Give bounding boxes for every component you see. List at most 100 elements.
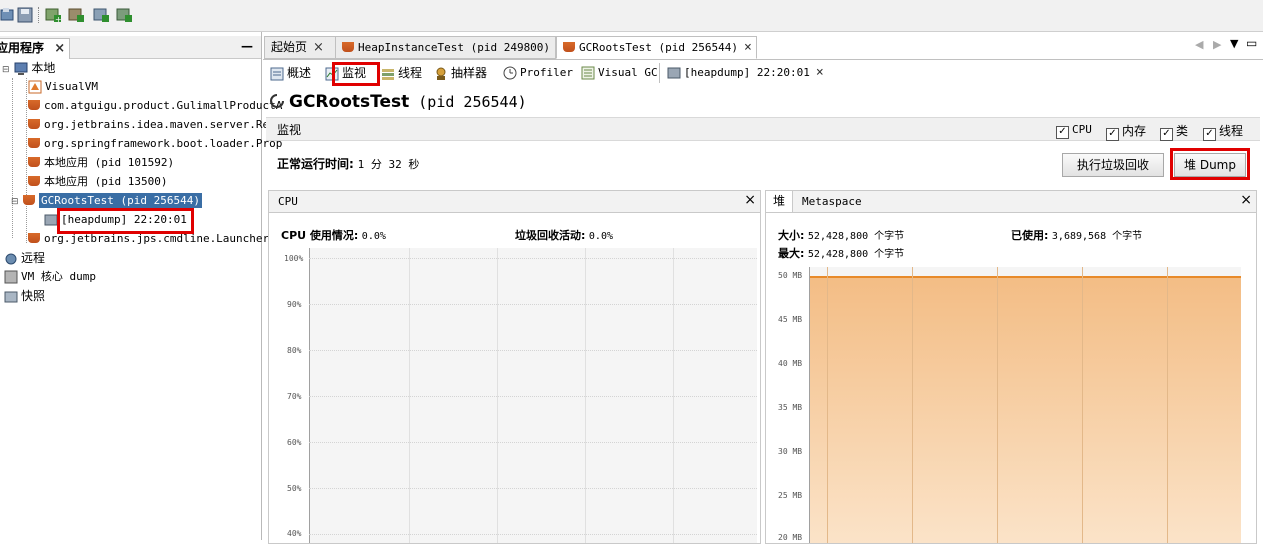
profiler-clock-icon xyxy=(503,66,517,80)
tab-metaspace[interactable]: Metaspace xyxy=(802,195,862,208)
tab-list-icon[interactable]: ▼ xyxy=(1230,37,1238,50)
snapshot-icon xyxy=(4,291,18,302)
add-coredump-icon[interactable] xyxy=(68,7,84,23)
java-cup-icon xyxy=(28,138,40,148)
subtab-label: Profiler xyxy=(520,66,573,79)
save-icon[interactable] xyxy=(17,7,33,23)
applications-panel: 应用程序 × — ⊟ 本地 VisualVM com.atguigu.produ… xyxy=(0,32,282,540)
checkbox-checked-icon: ✓ xyxy=(1056,126,1069,139)
applications-panel-header: 应用程序 × — xyxy=(0,36,261,59)
heapdump-icon xyxy=(44,214,58,226)
cpu-ytick: 70% xyxy=(287,392,302,401)
tree-node-app[interactable]: org.jetbrains.idea.maven.server.Remo xyxy=(28,116,282,134)
threads-checkbox-label: 线程 xyxy=(1219,124,1244,138)
applications-tab[interactable]: 应用程序 × xyxy=(0,38,71,59)
add-host-icon[interactable] xyxy=(116,7,132,23)
classes-checkbox-label: 类 xyxy=(1176,124,1189,138)
tree-node-visualvm[interactable]: VisualVM xyxy=(28,78,98,96)
subtab-heapdump[interactable]: [heapdump] 22:20:01 × xyxy=(667,63,824,83)
gc-activity-readout: 垃圾回收活动: 0.0% xyxy=(515,227,613,243)
tree-node-vm-core[interactable]: VM 核心 dump xyxy=(4,268,96,286)
java-cup-icon xyxy=(563,42,575,52)
tab-heap[interactable]: 堆 xyxy=(766,191,793,212)
tree-node-snapshot-label: 快照 xyxy=(21,289,46,303)
monitor-section-label: 监视 xyxy=(277,123,302,137)
maximize-icon[interactable]: ▭ xyxy=(1246,36,1257,50)
subtab-overview[interactable]: 概述 xyxy=(270,63,311,83)
open-icon[interactable] xyxy=(0,7,16,23)
cpu-ytick: 50% xyxy=(287,484,302,493)
cpu-panel-header: CPU × xyxy=(269,191,760,213)
tree-node-snapshot[interactable]: 快照 xyxy=(4,287,45,305)
cpu-ytick: 100% xyxy=(284,254,304,263)
checkbox-checked-icon: ✓ xyxy=(1106,128,1119,141)
heap-size-readout: 大小: 52,428,800 个字节 xyxy=(778,227,904,243)
subtab-sampler[interactable]: 抽样器 xyxy=(434,63,487,83)
tree-node-app[interactable]: 本地应用 (pid 13500) xyxy=(28,173,167,191)
java-cup-icon xyxy=(342,42,354,52)
tree-node-app[interactable]: com.atguigu.product.GulimallProductA xyxy=(28,97,282,115)
tree-line xyxy=(12,78,13,238)
subtab-close-icon[interactable]: × xyxy=(816,65,824,80)
tab-close-icon[interactable]: × xyxy=(744,40,752,55)
uptime-label: 正常运行时间: xyxy=(277,157,354,171)
heap-max-readout: 最大: 52,428,800 个字节 xyxy=(778,245,904,261)
scroll-left-icon[interactable]: ◀ xyxy=(1195,38,1203,51)
threads-icon xyxy=(382,68,394,80)
threads-checkbox[interactable]: ✓ 线程 xyxy=(1203,122,1243,141)
cpu-ytick: 60% xyxy=(287,438,302,447)
tab-close-icon[interactable]: × xyxy=(313,40,324,55)
cpu-checkbox-label: CPU xyxy=(1072,123,1092,136)
perform-gc-button[interactable]: 执行垃圾回收 xyxy=(1062,153,1164,177)
tab-heapinstancetest[interactable]: HeapInstanceTest (pid 249800)× xyxy=(335,36,564,59)
java-cup-icon xyxy=(28,176,40,186)
checkbox-checked-icon: ✓ xyxy=(1160,128,1173,141)
heap-size-value: 52,428,800 个字节 xyxy=(807,231,905,242)
subtab-visual-gc[interactable]: Visual GC xyxy=(581,63,658,83)
scroll-right-icon[interactable]: ▶ xyxy=(1213,38,1221,51)
page-title: GCRootsTest (pid 256544) xyxy=(270,92,527,112)
heap-panel-close-icon[interactable]: × xyxy=(1240,192,1252,208)
highlight-box xyxy=(332,62,380,86)
gc-activity-label: 垃圾回收活动: xyxy=(515,229,586,242)
subtab-label: [heapdump] 22:20:01 xyxy=(684,66,810,79)
tree-node-remote[interactable]: 远程 xyxy=(4,249,45,267)
subtab-threads[interactable]: 线程 xyxy=(381,63,422,83)
gc-activity-value: 0.0% xyxy=(588,231,613,242)
heap-ytick: 40 MB xyxy=(778,359,803,368)
tree-node-local[interactable]: ⊟ 本地 xyxy=(2,59,55,77)
heap-chart xyxy=(809,267,1241,543)
memory-checkbox[interactable]: ✓ 内存 xyxy=(1106,122,1146,141)
applications-tab-close-icon[interactable]: × xyxy=(54,41,65,56)
main-toolbar: + xyxy=(0,0,1263,32)
heap-used-value: 3,689,568 个字节 xyxy=(1051,231,1143,242)
classes-checkbox[interactable]: ✓ 类 xyxy=(1160,122,1188,141)
cpu-panel-title: CPU xyxy=(278,195,298,208)
page-title-pid: (pid 256544) xyxy=(409,93,527,111)
visualvm-icon xyxy=(28,80,42,94)
cpu-panel-close-icon[interactable]: × xyxy=(744,192,756,208)
uptime-row: 正常运行时间: 1 分 32 秒 xyxy=(277,155,419,172)
panel-minimize-icon[interactable]: — xyxy=(241,39,253,53)
java-cup-icon xyxy=(23,195,36,205)
java-cup-icon xyxy=(28,233,40,243)
heap-ytick: 25 MB xyxy=(778,491,803,500)
tab-gcrootstest[interactable]: GCRootsTest (pid 256544) × xyxy=(556,36,757,59)
cpu-ytick: 90% xyxy=(287,300,302,309)
cpu-chart xyxy=(309,248,757,543)
tree-node-gcrootstest-label: GCRootsTest (pid 256544) xyxy=(39,193,202,208)
add-jmx-icon[interactable]: + xyxy=(45,7,61,23)
tree-node-app-label: org.springframework.boot.loader.Prop xyxy=(44,137,283,150)
tree-node-remote-label: 远程 xyxy=(21,251,46,265)
computer-icon xyxy=(14,62,28,75)
subtab-profiler[interactable]: Profiler xyxy=(503,63,573,83)
tree-node-app[interactable]: org.springframework.boot.loader.Prop xyxy=(28,135,282,153)
java-cup-icon xyxy=(28,157,40,167)
cpu-checkbox[interactable]: ✓ CPU xyxy=(1056,122,1092,139)
add-snapshot-icon[interactable] xyxy=(93,7,109,23)
tab-start-page[interactable]: 起始页 × xyxy=(264,36,339,59)
tree-node-app[interactable]: 本地应用 (pid 101592) xyxy=(28,154,174,172)
page-title-name: GCRootsTest xyxy=(289,92,410,112)
svg-text:+: + xyxy=(55,15,61,23)
tree-node-app[interactable]: org.jetbrains.jps.cmdline.Launcher xyxy=(28,230,269,248)
